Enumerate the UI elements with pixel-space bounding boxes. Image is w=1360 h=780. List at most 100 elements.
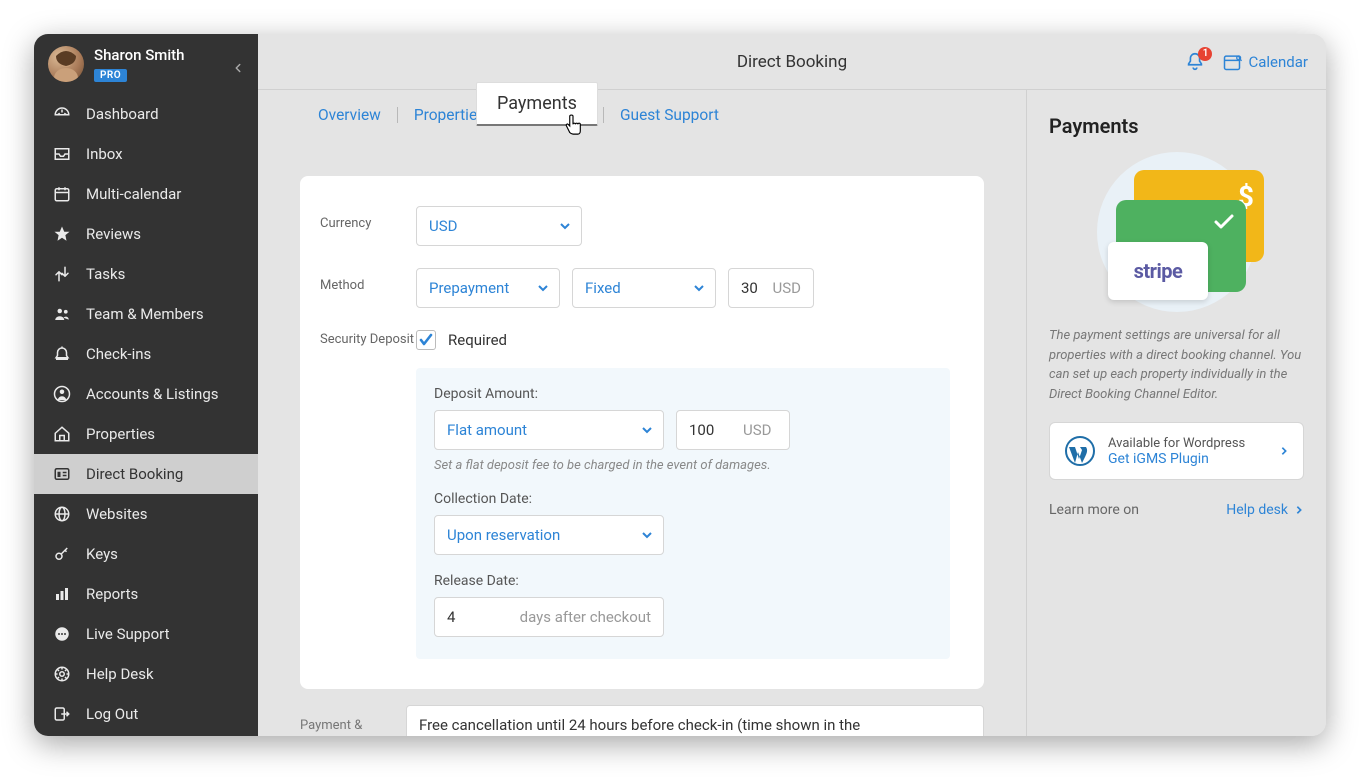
sidebar-item-dashboard[interactable]: Dashboard xyxy=(34,94,258,134)
side-panel: Payments $ stripe The payment settings a… xyxy=(1026,90,1326,736)
sidebar-item-label: Multi-calendar xyxy=(86,185,181,203)
sidebar-item-reviews[interactable]: Reviews xyxy=(34,214,258,254)
calendar-label: Calendar xyxy=(1248,53,1308,71)
direct-icon xyxy=(52,464,72,484)
topbar: Direct Booking 1 Calendar xyxy=(258,34,1326,90)
currency-select[interactable]: USD xyxy=(416,206,582,246)
sidebar-item-check-ins[interactable]: Check-ins xyxy=(34,334,258,374)
security-deposit-label: Security Deposit xyxy=(320,330,416,347)
help-desk-link[interactable]: Help desk xyxy=(1226,502,1304,518)
inbox-icon xyxy=(52,144,72,164)
bell-icon xyxy=(52,344,72,364)
deposit-amount-label: Deposit Amount: xyxy=(434,386,932,402)
home-icon xyxy=(52,424,72,444)
sidebar-item-inbox[interactable]: Inbox xyxy=(34,134,258,174)
sidebar-item-label: Help Desk xyxy=(86,665,154,683)
tabs: Overview Properties Payments Guest Suppo… xyxy=(258,90,1026,128)
main: Direct Booking 1 Calendar Overview Prope… xyxy=(258,34,1326,736)
sidebar-item-accounts-listings[interactable]: Accounts & Listings xyxy=(34,374,258,414)
star-icon xyxy=(52,224,72,244)
sidebar-item-label: Dashboard xyxy=(86,105,159,123)
collection-date-select[interactable]: Upon reservation xyxy=(434,515,664,555)
sidebar-item-properties[interactable]: Properties xyxy=(34,414,258,454)
sidebar-item-label: Reports xyxy=(86,585,138,603)
wp-available-label: Available for Wordpress xyxy=(1108,436,1267,451)
currency-label: Currency xyxy=(320,206,416,231)
cursor-hand-icon xyxy=(560,112,586,140)
method-amount-input[interactable]: 30 USD xyxy=(728,268,814,308)
sidebar-item-label: Keys xyxy=(86,545,118,563)
chevron-down-icon xyxy=(641,424,653,436)
sidebar-item-label: Accounts & Listings xyxy=(86,385,219,403)
sidebar-item-label: Team & Members xyxy=(86,305,204,323)
required-label: Required xyxy=(448,331,507,349)
calendar-icon xyxy=(52,184,72,204)
chevron-down-icon xyxy=(693,282,705,294)
user-name: Sharon Smith xyxy=(94,46,185,64)
notifications-button[interactable]: 1 xyxy=(1184,51,1206,73)
pro-badge: PRO xyxy=(94,69,127,82)
sidebar-item-direct-booking[interactable]: Direct Booking xyxy=(34,454,258,494)
sidebar-item-live-support[interactable]: Live Support xyxy=(34,614,258,654)
sidebar-item-label: Websites xyxy=(86,505,147,523)
avatar xyxy=(48,46,84,82)
cancellation-row: Payment & Free cancellation until 24 hou… xyxy=(300,705,984,736)
method-label: Method xyxy=(320,268,416,293)
side-panel-description: The payment settings are universal for a… xyxy=(1049,326,1304,404)
globe-icon xyxy=(52,504,72,524)
dashboard-icon xyxy=(52,104,72,124)
wp-plugin-link: Get iGMS Plugin xyxy=(1108,451,1267,467)
deposit-amount-hint: Set a flat deposit fee to be charged in … xyxy=(434,458,932,473)
sidebar-nav: Dashboard Inbox Multi-calendar Reviews Tasks… xyxy=(34,94,258,736)
sidebar-item-keys[interactable]: Keys xyxy=(34,534,258,574)
sidebar-item-help-desk[interactable]: Help Desk xyxy=(34,654,258,694)
user-block[interactable]: Sharon Smith PRO xyxy=(34,34,258,94)
method-prepayment-select[interactable]: Prepayment xyxy=(416,268,560,308)
deposit-panel: Deposit Amount: Flat amount 100 USD xyxy=(416,368,950,659)
cancellation-text-input[interactable]: Free cancellation until 24 hours before … xyxy=(406,705,984,736)
sidebar-collapse-button[interactable] xyxy=(226,56,250,80)
logout-icon xyxy=(52,704,72,724)
chevron-down-icon xyxy=(641,529,653,541)
payments-illustration: $ stripe xyxy=(1049,152,1304,312)
tab-guest-support[interactable]: Guest Support xyxy=(616,102,723,128)
sidebar-item-tasks[interactable]: Tasks xyxy=(34,254,258,294)
release-date-input[interactable]: 4 days after checkout xyxy=(434,597,664,637)
tab-overview[interactable]: Overview xyxy=(314,102,385,128)
cancellation-label: Payment & xyxy=(300,718,386,733)
sidebar-item-team-members[interactable]: Team & Members xyxy=(34,294,258,334)
sidebar-item-label: Direct Booking xyxy=(86,465,183,483)
calendar-button[interactable]: Calendar xyxy=(1222,52,1308,72)
sidebar: Sharon Smith PRO Dashboard Inbox Multi-cal… xyxy=(34,34,258,736)
method-type-select[interactable]: Fixed xyxy=(572,268,716,308)
sidebar-item-label: Properties xyxy=(86,425,155,443)
deposit-amount-input[interactable]: 100 USD xyxy=(676,410,790,450)
collection-date-label: Collection Date: xyxy=(434,491,932,507)
key-icon xyxy=(52,544,72,564)
side-panel-title: Payments xyxy=(1049,114,1304,138)
chevron-right-icon xyxy=(1279,446,1289,456)
reports-icon xyxy=(52,584,72,604)
wordpress-plugin-card[interactable]: Available for Wordpress Get iGMS Plugin xyxy=(1049,422,1304,480)
chevron-down-icon xyxy=(559,220,571,232)
sidebar-item-label: Tasks xyxy=(86,265,125,283)
deposit-amount-type-select[interactable]: Flat amount xyxy=(434,410,664,450)
app-window: Sharon Smith PRO Dashboard Inbox Multi-cal… xyxy=(34,34,1326,736)
team-icon xyxy=(52,304,72,324)
tasks-icon xyxy=(52,264,72,284)
sidebar-item-multi-calendar[interactable]: Multi-calendar xyxy=(34,174,258,214)
sidebar-item-log-out[interactable]: Log Out xyxy=(34,694,258,734)
chat-icon xyxy=(52,624,72,644)
page-title: Direct Booking xyxy=(737,52,847,72)
sidebar-item-websites[interactable]: Websites xyxy=(34,494,258,534)
sidebar-item-reports[interactable]: Reports xyxy=(34,574,258,614)
sidebar-item-label: Live Support xyxy=(86,625,170,643)
chevron-down-icon xyxy=(537,282,549,294)
account-icon xyxy=(52,384,72,404)
required-checkbox[interactable] xyxy=(416,330,436,350)
payments-form-card: Currency USD Method xyxy=(300,176,984,689)
sidebar-item-label: Check-ins xyxy=(86,345,151,363)
stripe-logo: stripe xyxy=(1108,242,1208,300)
sidebar-item-label: Log Out xyxy=(86,705,138,723)
payments-popup-label: Payments xyxy=(497,93,577,114)
